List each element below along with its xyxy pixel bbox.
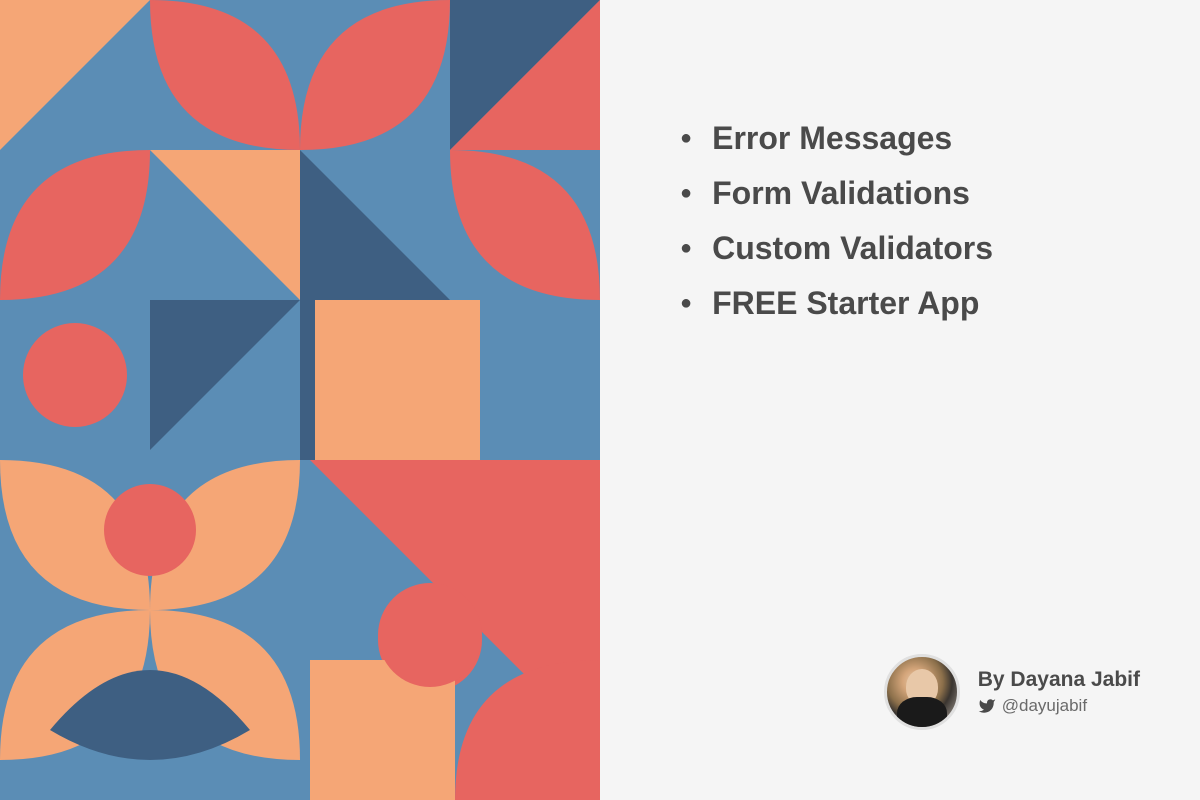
author-byline: By Dayana Jabif @dayujabif: [680, 654, 1140, 730]
list-item: Custom Validators: [680, 230, 1140, 267]
author-handle: @dayujabif: [978, 696, 1140, 716]
list-item: Form Validations: [680, 175, 1140, 212]
author-info: By Dayana Jabif @dayujabif: [978, 668, 1140, 716]
author-handle-text: @dayujabif: [1002, 696, 1087, 716]
author-name: By Dayana Jabif: [978, 668, 1140, 692]
list-item: FREE Starter App: [680, 285, 1140, 322]
feature-list: Error Messages Form Validations Custom V…: [680, 120, 1140, 340]
pattern-svg: [0, 0, 600, 800]
content-panel: Error Messages Form Validations Custom V…: [600, 0, 1200, 800]
twitter-icon: [978, 697, 996, 715]
decorative-geometric-pattern: [0, 0, 600, 800]
author-avatar: [884, 654, 960, 730]
list-item: Error Messages: [680, 120, 1140, 157]
